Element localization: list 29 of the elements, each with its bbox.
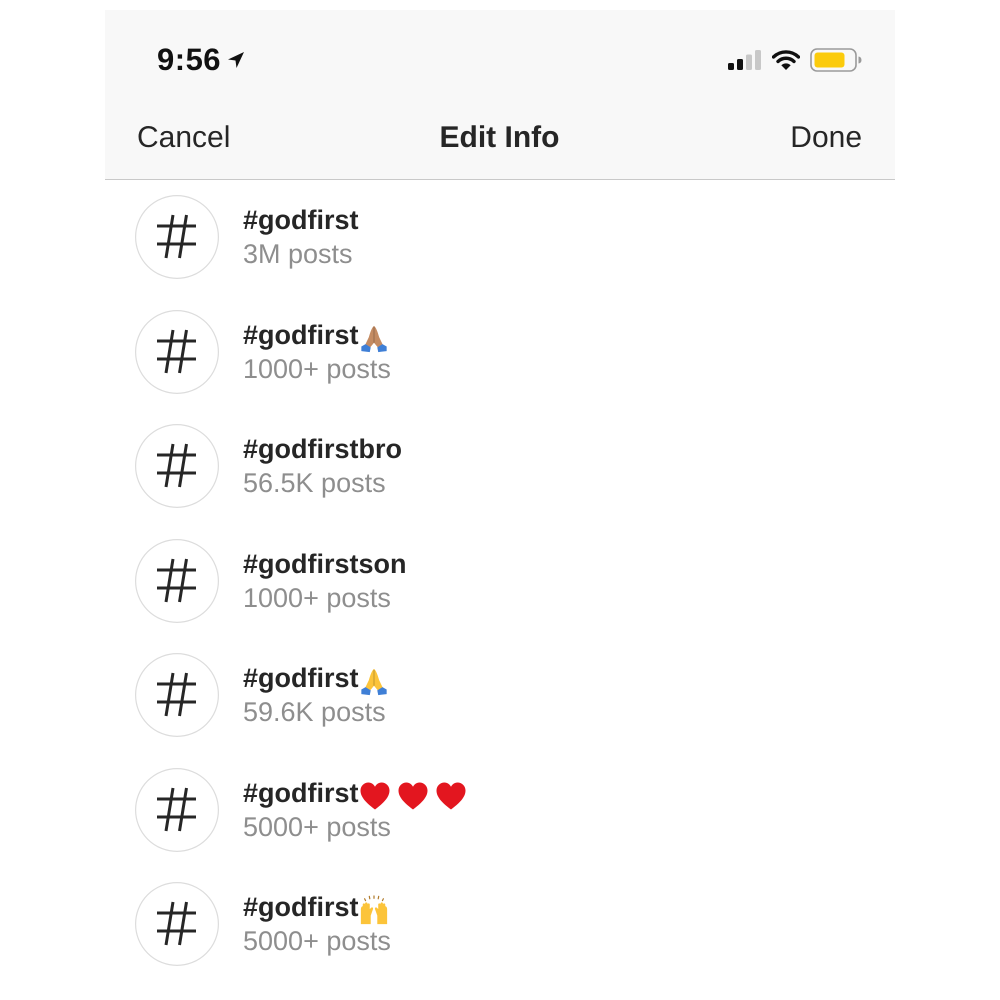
- post-count: 5000+ posts: [243, 810, 391, 844]
- hashtag-icon: [135, 310, 219, 394]
- hashtag-icon: [135, 768, 219, 852]
- post-count: 1000+ posts: [243, 352, 391, 386]
- post-count: 56.5K posts: [243, 467, 386, 500]
- cellular-signal-icon: [728, 50, 762, 70]
- status-time: 9:56: [157, 42, 222, 78]
- post-count: 1000+ posts: [243, 582, 391, 615]
- location-arrow-icon: [227, 51, 246, 69]
- hashtag-icon: [135, 424, 219, 508]
- battery-icon: [810, 48, 862, 72]
- post-count: 3M posts: [243, 238, 353, 272]
- hashtag-name[interactable]: #godfirst: [243, 203, 359, 238]
- hashtag-icon: [135, 538, 219, 623]
- done-button[interactable]: Done: [790, 120, 862, 154]
- wifi-icon: [772, 50, 800, 70]
- hashtag-icon: [135, 653, 219, 738]
- hashtag-name[interactable]: #godfirst: [243, 890, 359, 924]
- hashtag-name[interactable]: #godfirst: [243, 776, 359, 810]
- cancel-button[interactable]: Cancel: [137, 120, 230, 154]
- hashtag-icon: [135, 195, 219, 280]
- post-count: 59.6K posts: [243, 696, 386, 730]
- hashtag-name[interactable]: #godfirstson: [243, 546, 407, 581]
- hashtag-icon: [135, 882, 219, 966]
- hashtag-name[interactable]: #godfirst: [243, 318, 359, 352]
- hashtag-name[interactable]: #godfirstbro: [243, 432, 402, 466]
- post-count: 5000+ posts: [243, 925, 391, 958]
- hashtag-name[interactable]: #godfirst: [243, 661, 359, 696]
- screen-title: Edit Info: [440, 120, 560, 154]
